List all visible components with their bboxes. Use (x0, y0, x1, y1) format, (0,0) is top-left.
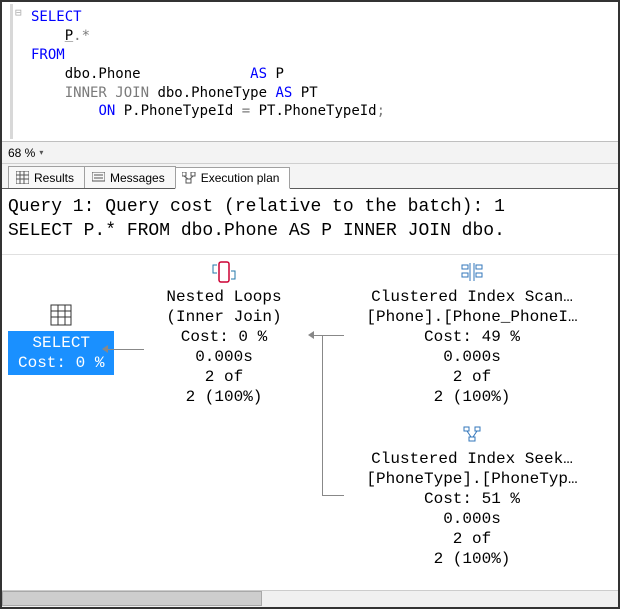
plan-edge (322, 495, 344, 496)
index-seek-icon (347, 423, 597, 445)
sql-op: = (233, 103, 258, 119)
plan-node-index-seek[interactable]: Clustered Index Seek… [PhoneType].[Phone… (347, 423, 597, 569)
plan-node-select-box: SELECT Cost: 0 % (8, 331, 114, 375)
tab-label: Results (34, 171, 74, 185)
sql-alias: PT (301, 85, 318, 101)
plan-edge (108, 349, 144, 350)
sql-ident: P.PhoneTypeId (124, 103, 234, 119)
node-cost: Cost: 49 % (347, 327, 597, 347)
sql-ident: P (65, 28, 73, 44)
tab-label: Messages (110, 171, 165, 185)
sql-ident: PT.PhoneTypeId (259, 103, 377, 119)
node-rows: 2 (100%) (347, 387, 597, 407)
horizontal-scrollbar[interactable] (2, 590, 618, 607)
node-title: Clustered Index Seek… (347, 449, 597, 469)
result-tabs: Results Messages Execution plan (2, 163, 618, 189)
sql-keyword: INNER JOIN (65, 85, 149, 101)
plan-icon (182, 171, 196, 185)
plan-edge (314, 335, 344, 336)
sql-alias: P (275, 66, 283, 82)
grid-icon (15, 171, 29, 185)
node-rows: 2 (100%) (347, 549, 597, 569)
tab-label: Execution plan (201, 171, 280, 185)
sql-keyword: AS (250, 66, 267, 82)
node-cost: Cost: 0 % (18, 353, 104, 373)
node-cost: Cost: 51 % (347, 489, 597, 509)
nested-loops-icon (144, 261, 304, 283)
zoom-value: 68 % (8, 146, 35, 160)
node-cost: Cost: 0 % (144, 327, 304, 347)
message-icon (91, 171, 105, 185)
sql-keyword: AS (275, 85, 292, 101)
node-time: 0.000s (347, 347, 597, 367)
node-rows: 2 (100%) (144, 387, 304, 407)
tab-results[interactable]: Results (8, 166, 85, 188)
sql-keyword: SELECT (31, 9, 82, 25)
tab-execution-plan[interactable]: Execution plan (175, 167, 291, 189)
plan-header-line2: SELECT P.* FROM dbo.Phone AS P INNER JOI… (8, 219, 612, 243)
sql-keyword: FROM (31, 47, 65, 63)
plan-node-index-scan[interactable]: Clustered Index Scan… [Phone].[Phone_Pho… (347, 261, 597, 407)
node-title: Clustered Index Scan… (347, 287, 597, 307)
node-rows: 2 of (144, 367, 304, 387)
sql-ident: dbo.Phone (65, 66, 141, 82)
node-subtitle: [PhoneType].[PhoneTyp… (347, 469, 597, 489)
collapse-toggle-icon[interactable]: ⊟ (15, 7, 22, 22)
tab-messages[interactable]: Messages (84, 166, 176, 188)
sql-keyword: ON (98, 103, 115, 119)
plan-node-select[interactable]: SELECT Cost: 0 % (8, 303, 114, 375)
plan-header: Query 1: Query cost (relative to the bat… (2, 189, 618, 255)
sql-ident: dbo.PhoneType (157, 85, 267, 101)
chevron-down-icon[interactable]: ▾ (37, 148, 45, 157)
node-title: SELECT (18, 333, 104, 353)
node-rows: 2 of (347, 529, 597, 549)
execution-plan-canvas[interactable]: SELECT Cost: 0 % Nested Loops (Inner Joi… (2, 255, 618, 605)
node-rows: 2 of (347, 367, 597, 387)
sql-editor[interactable]: ⊟ SELECT P.* FROM dbo.Phone AS P INNER J… (10, 4, 616, 139)
zoom-dropdown[interactable]: 68 % ▾ (8, 146, 45, 160)
sql-star: .* (73, 28, 90, 44)
scrollbar-thumb[interactable] (2, 591, 262, 606)
node-time: 0.000s (347, 509, 597, 529)
plan-node-nested-loops[interactable]: Nested Loops (Inner Join) Cost: 0 % 0.00… (144, 261, 304, 407)
node-title: Nested Loops (144, 287, 304, 307)
zoom-bar: 68 % ▾ (2, 141, 618, 163)
index-scan-icon (347, 261, 597, 283)
node-subtitle: (Inner Join) (144, 307, 304, 327)
select-icon (8, 303, 114, 327)
plan-header-line1: Query 1: Query cost (relative to the bat… (8, 195, 612, 219)
node-subtitle: [Phone].[Phone_PhoneI… (347, 307, 597, 327)
plan-edge (322, 335, 323, 495)
node-time: 0.000s (144, 347, 304, 367)
sql-semicolon: ; (377, 103, 385, 119)
